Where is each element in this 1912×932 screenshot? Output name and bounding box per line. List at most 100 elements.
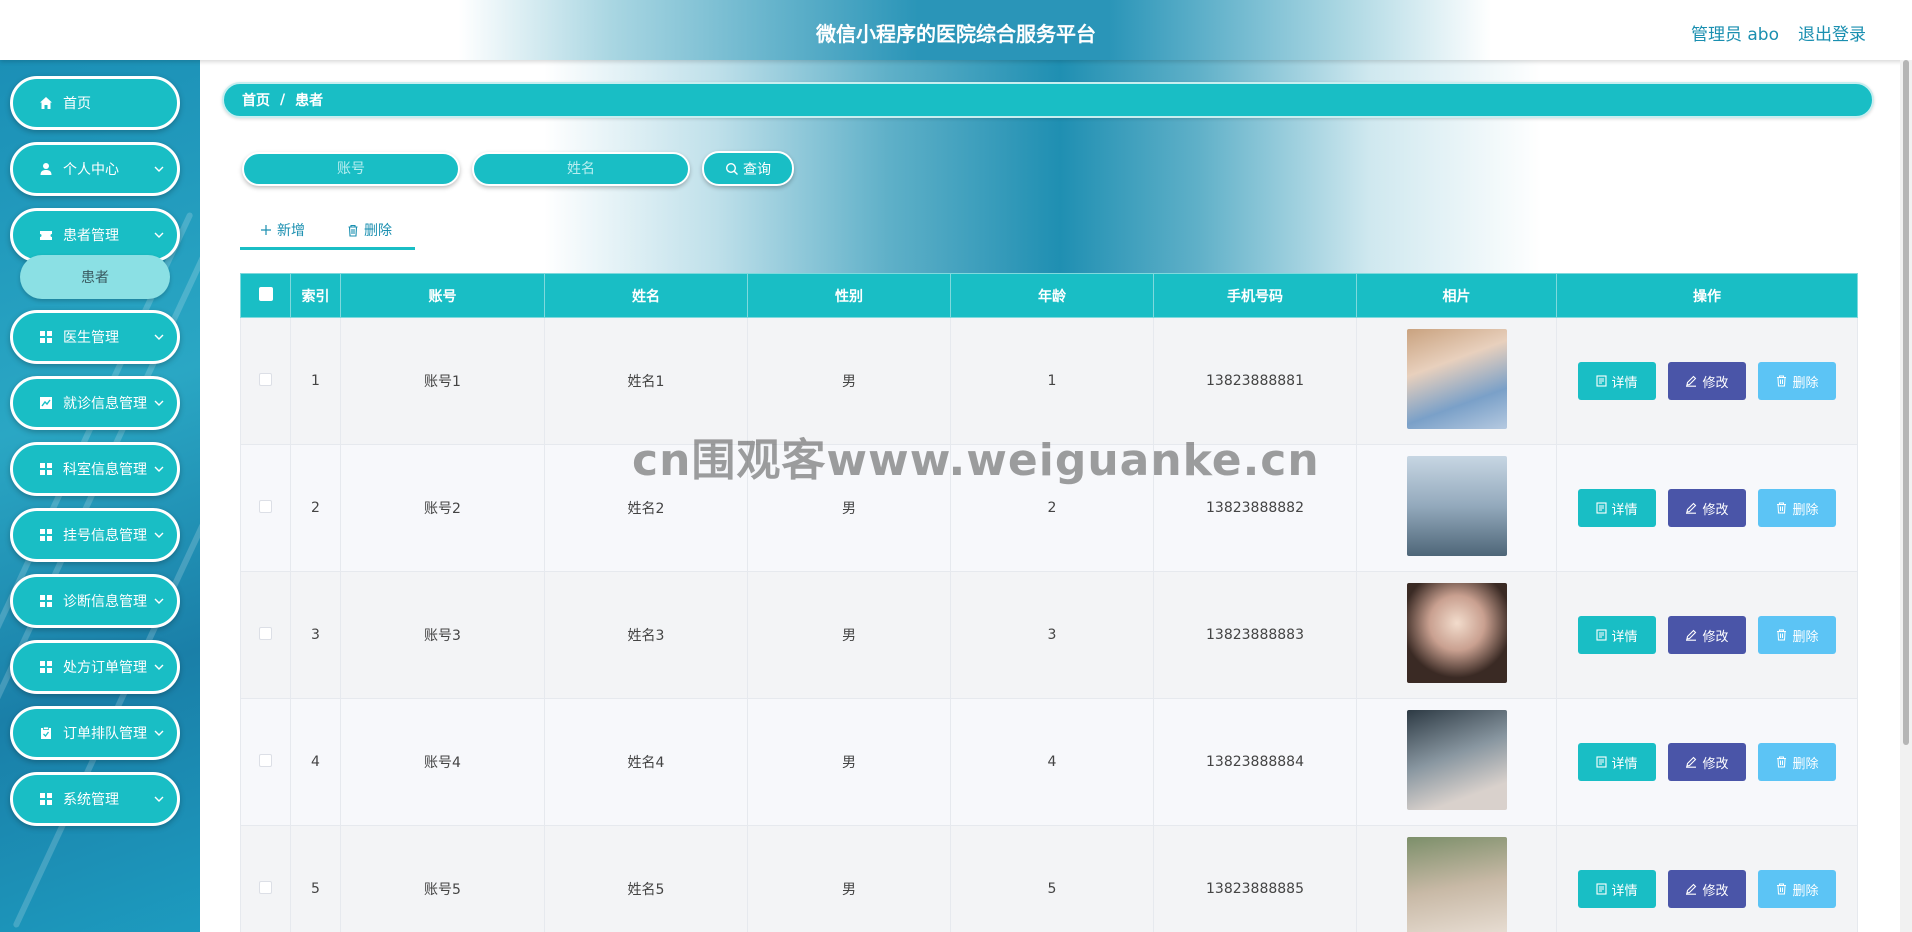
detail-button[interactable]: 详情 [1577, 489, 1656, 527]
detail-button[interactable]: 详情 [1577, 870, 1656, 908]
edit-button-label: 修改 [1702, 883, 1729, 899]
app-title: 微信小程序的医院综合服务平台 [816, 22, 1096, 46]
sidebar-item-personal-center[interactable]: 个人中心 [10, 142, 180, 196]
sidebar-item-system-management[interactable]: 系统管理 [10, 772, 180, 826]
index-cell: 2 [290, 444, 341, 572]
batch-delete-button[interactable]: 删除 [347, 220, 392, 240]
breadcrumb: 首页 / 患者 [222, 82, 1874, 118]
user-label: 管理员 abo [1690, 25, 1779, 45]
gender-cell: 男 [747, 825, 951, 932]
row-checkbox[interactable] [259, 626, 272, 640]
index-cell: 5 [290, 825, 341, 932]
age-cell: 4 [950, 698, 1154, 826]
breadcrumb-current: 患者 [295, 93, 324, 109]
row-checkbox[interactable] [259, 372, 272, 386]
delete-button[interactable]: 删除 [1758, 870, 1837, 908]
edit-button[interactable]: 修改 [1668, 616, 1746, 654]
gender-cell: 男 [747, 571, 951, 699]
document-icon [1595, 883, 1607, 895]
page-scrollbar[interactable] [1900, 60, 1912, 932]
sidebar-item-home[interactable]: 首页 [10, 76, 180, 130]
sidebar-item-doctor-management[interactable]: 医生管理 [10, 310, 180, 364]
delete-button[interactable]: 删除 [1758, 489, 1837, 527]
clipboard-icon [39, 726, 53, 740]
column-header: 索引 [290, 273, 341, 318]
grid-icon [39, 594, 53, 608]
ticket-icon [39, 228, 53, 242]
select-all-checkbox[interactable] [258, 286, 273, 301]
plus-icon [261, 225, 271, 235]
pencil-icon [1686, 629, 1697, 641]
row-checkbox[interactable] [259, 880, 272, 894]
patient-photo[interactable] [1406, 837, 1507, 932]
delete-button[interactable]: 删除 [1758, 616, 1837, 654]
edit-button[interactable]: 修改 [1668, 743, 1746, 781]
row-checkbox[interactable] [259, 753, 272, 767]
account-cell: 账号1 [340, 317, 545, 445]
chevron-down-icon [154, 166, 164, 172]
operations-cell: 详情 修改 删除 [1556, 698, 1858, 826]
row-select-cell[interactable] [240, 444, 291, 572]
trash-icon [1777, 502, 1787, 514]
sidebar-item-label: 个人中心 [63, 162, 119, 178]
grid-icon [39, 660, 53, 674]
edit-button[interactable]: 修改 [1668, 362, 1746, 400]
sidebar-item-queue-management[interactable]: 订单排队管理 [10, 706, 180, 760]
sidebar-item-department-management[interactable]: 科室信息管理 [10, 442, 180, 496]
column-header: 年龄 [950, 273, 1154, 318]
sidebar-item-label: 挂号信息管理 [63, 528, 147, 544]
row-select-cell[interactable] [240, 698, 291, 826]
detail-button[interactable]: 详情 [1577, 616, 1656, 654]
sidebar: 首页 个人中心 患者管理 患者 医生管理 就诊信息管理 科室信息管理 挂号信息管… [0, 60, 200, 932]
sidebar-item-label: 首页 [63, 96, 91, 112]
row-select-cell[interactable] [240, 825, 291, 932]
photo-cell [1356, 444, 1557, 572]
sidebar-item-prescription-management[interactable]: 处方订单管理 [10, 640, 180, 694]
delete-button-label: 删除 [1792, 375, 1819, 391]
chevron-down-icon [154, 232, 164, 238]
row-select-cell[interactable] [240, 317, 291, 445]
select-all-cell[interactable] [240, 273, 291, 318]
delete-button-label: 删除 [1792, 883, 1819, 899]
column-header: 姓名 [544, 273, 748, 318]
trash-icon [1777, 883, 1787, 895]
row-checkbox[interactable] [259, 499, 272, 513]
detail-button-label: 详情 [1611, 756, 1638, 772]
breadcrumb-home[interactable]: 首页 [242, 90, 270, 110]
column-header: 操作 [1556, 273, 1858, 318]
account-search-input[interactable] [242, 152, 460, 186]
watermark: cn围观客www.weiguanke.cn [632, 435, 1320, 486]
patient-photo[interactable] [1406, 583, 1507, 683]
sidebar-item-visit-management[interactable]: 就诊信息管理 [10, 376, 180, 430]
detail-button[interactable]: 详情 [1577, 362, 1656, 400]
delete-button-label: 删除 [1792, 756, 1819, 772]
operations-cell: 详情 修改 删除 [1556, 825, 1858, 932]
row-select-cell[interactable] [240, 571, 291, 699]
logout-link[interactable]: 退出登录 [1798, 20, 1866, 45]
name-cell: 姓名4 [544, 698, 748, 826]
gender-cell: 男 [747, 698, 951, 826]
sidebar-item-diagnosis-management[interactable]: 诊断信息管理 [10, 574, 180, 628]
grid-icon [39, 528, 53, 542]
sidebar-item-registration-management[interactable]: 挂号信息管理 [10, 508, 180, 562]
patient-photo[interactable] [1406, 710, 1507, 810]
detail-button[interactable]: 详情 [1577, 743, 1656, 781]
add-button[interactable]: 新增 [260, 220, 305, 240]
edit-button[interactable]: 修改 [1668, 870, 1746, 908]
chevron-down-icon [154, 598, 164, 604]
sidebar-item-label: 处方订单管理 [63, 660, 147, 676]
add-button-label: 新增 [277, 223, 305, 239]
sidebar-item-patient-management[interactable]: 患者管理 [10, 208, 180, 262]
patient-photo[interactable] [1406, 329, 1507, 429]
sidebar-subitem-patients[interactable]: 患者 [20, 255, 170, 299]
search-icon [725, 162, 738, 175]
delete-button[interactable]: 删除 [1758, 743, 1837, 781]
chevron-down-icon [154, 796, 164, 802]
name-search-input[interactable] [472, 152, 690, 186]
search-button[interactable]: 查询 [702, 151, 794, 186]
edit-button[interactable]: 修改 [1668, 489, 1746, 527]
patient-photo[interactable] [1406, 456, 1507, 556]
delete-button[interactable]: 删除 [1758, 362, 1837, 400]
document-icon [1595, 756, 1607, 768]
scrollbar-thumb[interactable] [1903, 60, 1909, 745]
